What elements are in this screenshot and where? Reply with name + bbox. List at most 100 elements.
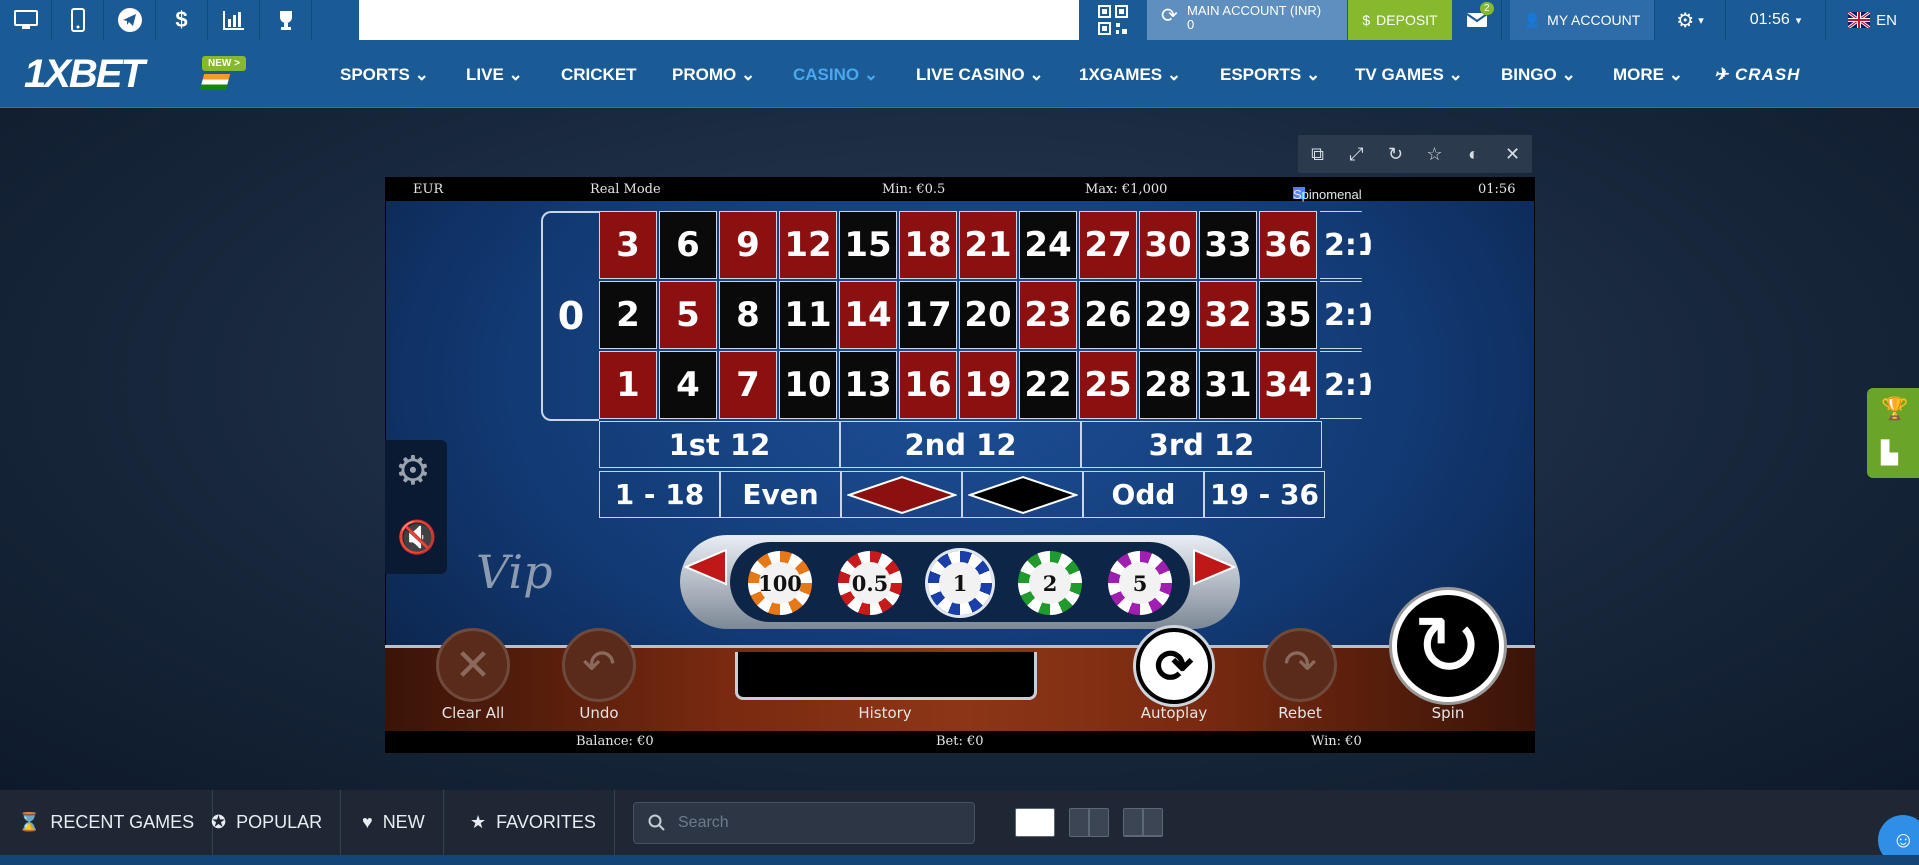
brand-logo[interactable]: 1XBET [24,52,145,97]
bet-number[interactable]: 19 [959,351,1017,419]
bet-number[interactable]: 29 [1139,281,1197,349]
bet-column[interactable]: 2:1 [1320,351,1372,419]
settings-gear-icon[interactable]: ⚙ [395,448,431,494]
mail-button[interactable]: 2 [1452,0,1502,40]
bet-number[interactable]: 26 [1079,281,1137,349]
bet-number[interactable]: 36 [1259,211,1317,279]
close-icon[interactable]: ✕ [1493,135,1532,173]
toggle-icon[interactable]: ◐ [1454,135,1493,173]
bet-number[interactable]: 31 [1199,351,1257,419]
popular-tab[interactable]: ✪ POPULAR [193,790,342,855]
nav-cricket[interactable]: CRICKET [561,64,637,86]
nav-live[interactable]: LIVE ⌄ [466,64,523,86]
bet-number[interactable]: 33 [1199,211,1257,279]
bet-column[interactable]: 2:1 [1320,211,1372,279]
bet-number[interactable]: 14 [839,281,897,349]
bet-number[interactable]: 9 [719,211,777,279]
nav-1xgames[interactable]: 1XGAMES ⌄ [1079,64,1181,86]
bet-number[interactable]: 4 [659,351,717,419]
leaderboard-icon[interactable]: ▙ [1881,440,1898,466]
sound-mute-icon[interactable]: 🔇 [397,518,437,556]
autoplay-button[interactable]: ⟳ [1136,628,1212,704]
qr-code-icon[interactable] [1079,0,1147,40]
bet-number[interactable]: 35 [1259,281,1317,349]
bet-number[interactable]: 11 [779,281,837,349]
chip-scroll-right-icon[interactable] [1192,548,1237,591]
nav-bingo[interactable]: BINGO ⌄ [1501,64,1576,86]
trophy-icon[interactable]: 🏆 [1881,396,1908,422]
bet-number[interactable]: 18 [899,211,957,279]
nav-sports[interactable]: SPORTS ⌄ [340,64,429,86]
chip-5[interactable]: 5 [1108,551,1172,615]
bet-number[interactable]: 21 [959,211,1017,279]
bet-column[interactable]: 2:1 [1320,281,1372,349]
view-grid-icon[interactable] [1123,808,1163,837]
chip-100[interactable]: 100 [748,551,812,615]
mobile-icon[interactable] [52,0,104,40]
bet-number[interactable]: 30 [1139,211,1197,279]
bet-black[interactable] [962,471,1083,518]
bet-number[interactable]: 13 [839,351,897,419]
bet-number[interactable]: 1 [599,351,657,419]
bet-number[interactable]: 12 [779,211,837,279]
bet-number[interactable]: 3 [599,211,657,279]
chip-2[interactable]: 2 [1018,551,1082,615]
bet-number[interactable]: 7 [719,351,777,419]
bet-dozen-1[interactable]: 1st 12 [599,421,840,468]
favorite-star-icon[interactable]: ☆ [1415,135,1454,173]
bet-number[interactable]: 20 [959,281,1017,349]
nav-esports[interactable]: ESPORTS ⌄ [1220,64,1320,86]
reload-icon[interactable]: ↻ [1376,135,1415,173]
trophy-icon[interactable] [260,0,312,40]
bet-number[interactable]: 32 [1199,281,1257,349]
statistics-icon[interactable] [208,0,260,40]
favorites-tab[interactable]: ★ FAVORITES [452,790,615,855]
chip-0-5[interactable]: 0.5 [838,551,902,615]
open-external-icon[interactable]: ⧉ [1298,135,1337,173]
bet-number[interactable]: 28 [1139,351,1197,419]
undo-button[interactable]: ↶ [562,628,636,702]
bet-low[interactable]: 1 - 18 [599,471,720,518]
nav-casino[interactable]: CASINO ⌄ [793,64,878,86]
bet-number[interactable]: 10 [779,351,837,419]
view-single-icon[interactable] [1015,808,1055,837]
bet-even[interactable]: Even [720,471,841,518]
clock-button[interactable]: 01:56 ▾ [1726,0,1826,40]
bet-dozen-3[interactable]: 3rd 12 [1081,421,1322,468]
bet-number[interactable]: 24 [1019,211,1077,279]
bet-number[interactable]: 23 [1019,281,1077,349]
nav-crash[interactable]: ✈ CRASH [1714,64,1800,86]
nav-promo[interactable]: PROMO ⌄ [672,64,755,86]
new-badge[interactable]: NEW > [202,56,246,71]
nav-live-casino[interactable]: LIVE CASINO ⌄ [916,64,1044,86]
bet-high[interactable]: 19 - 36 [1204,471,1325,518]
new-tab[interactable]: ♥ NEW [344,790,444,855]
chip-1[interactable]: 1 [928,551,992,615]
bet-number[interactable]: 16 [899,351,957,419]
fullscreen-icon[interactable]: ⤢ [1337,135,1376,173]
desktop-icon[interactable] [0,0,52,40]
bet-dozen-2[interactable]: 2nd 12 [840,421,1081,468]
language-selector[interactable]: EN [1826,0,1919,40]
bet-number[interactable]: 17 [899,281,957,349]
settings-button[interactable]: ⚙ ▾ [1654,0,1726,40]
bet-number[interactable]: 25 [1079,351,1137,419]
refresh-icon[interactable]: ⟳ [1161,6,1178,26]
bet-number[interactable]: 2 [599,281,657,349]
chip-scroll-left-icon[interactable] [683,548,728,591]
search-box[interactable] [633,802,975,844]
bet-number[interactable]: 34 [1259,351,1317,419]
spin-button[interactable]: ↻ [1392,590,1504,702]
bet-number[interactable]: 6 [659,211,717,279]
main-account[interactable]: ⟳ MAIN ACCOUNT (INR) 0 [1147,0,1347,40]
clear-all-button[interactable]: ✕ [436,628,510,702]
bet-number[interactable]: 22 [1019,351,1077,419]
deposit-button[interactable]: $ DEPOSIT [1348,0,1452,40]
nav-more[interactable]: MORE ⌄ [1613,64,1683,86]
history-panel[interactable] [735,652,1037,700]
recent-games-tab[interactable]: ⌛ RECENT GAMES [0,790,214,855]
rebet-button[interactable]: ↷ [1263,628,1337,702]
bet-red[interactable] [841,471,962,518]
telegram-icon[interactable] [104,0,156,40]
bet-number[interactable]: 5 [659,281,717,349]
